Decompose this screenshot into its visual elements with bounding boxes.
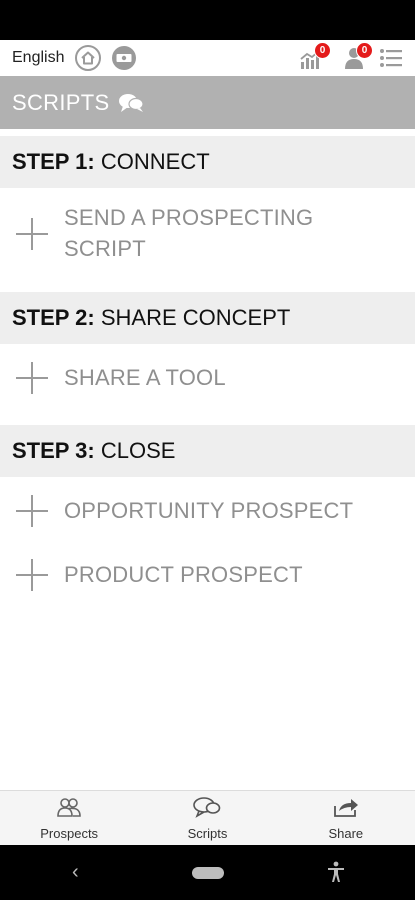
- step-2-header: STEP 2: SHARE CONCEPT: [0, 292, 415, 344]
- language-selector[interactable]: English: [12, 49, 64, 67]
- script-item-label: PRODUCT PROSPECT: [64, 562, 303, 587]
- nav-label: Prospects: [40, 826, 99, 841]
- menu-list-icon[interactable]: [377, 44, 405, 72]
- nav-prospects[interactable]: Prospects: [0, 791, 138, 846]
- nav-label: Share: [328, 826, 364, 841]
- page-title-bar: SCRIPTS: [0, 76, 415, 129]
- step-name: SHARE CONCEPT: [100, 305, 291, 330]
- script-item-share-tool[interactable]: SHARE A TOOL: [0, 362, 415, 402]
- home-icon[interactable]: [74, 44, 102, 72]
- chat-bubbles-icon: [117, 92, 145, 114]
- step-number: STEP 2:: [12, 305, 95, 330]
- script-item-label: OPPORTUNITY PROSPECT: [64, 498, 354, 523]
- currency-icon[interactable]: [110, 44, 138, 72]
- back-icon[interactable]: ‹: [72, 861, 79, 884]
- page-title: SCRIPTS: [12, 89, 110, 115]
- plus-icon: [16, 362, 48, 394]
- step-name: CONNECT: [100, 149, 210, 174]
- plus-icon: [16, 218, 48, 250]
- user-notifications-icon[interactable]: 0: [340, 42, 373, 72]
- system-navigation-bar: ‹: [0, 845, 415, 900]
- step-number: STEP 1:: [12, 149, 95, 174]
- nav-label: Scripts: [187, 826, 228, 841]
- step-3-header: STEP 3: CLOSE: [0, 425, 415, 477]
- stats-chart-icon[interactable]: 0: [298, 42, 331, 72]
- script-item-opportunity-prospect[interactable]: OPPORTUNITY PROSPECT: [0, 495, 415, 535]
- step-1-header: STEP 1: CONNECT: [0, 136, 415, 188]
- plus-icon: [16, 559, 48, 591]
- notifications-badge: 0: [356, 42, 373, 59]
- nav-scripts[interactable]: Scripts: [138, 791, 276, 846]
- home-pill-icon[interactable]: [192, 867, 224, 879]
- script-item-label: SEND A PROSPECTING SCRIPT: [64, 205, 314, 261]
- people-icon: [55, 796, 83, 823]
- script-item-label: SHARE A TOOL: [64, 365, 226, 390]
- script-item-product-prospect[interactable]: PRODUCT PROSPECT: [0, 559, 415, 599]
- accessibility-icon[interactable]: [326, 861, 346, 888]
- stats-badge: 0: [314, 42, 331, 59]
- step-number: STEP 3:: [12, 438, 95, 463]
- chat-bubbles-icon: [192, 796, 222, 823]
- step-name: CLOSE: [100, 438, 176, 463]
- script-item-send-prospecting[interactable]: SEND A PROSPECTING SCRIPT: [0, 202, 415, 272]
- plus-icon: [16, 495, 48, 527]
- share-icon: [331, 796, 361, 823]
- top-bar: English 0 0: [0, 40, 415, 76]
- status-bar: [0, 0, 415, 40]
- nav-share[interactable]: Share: [277, 791, 415, 846]
- bottom-navigation: Prospects Scripts Share: [0, 790, 415, 846]
